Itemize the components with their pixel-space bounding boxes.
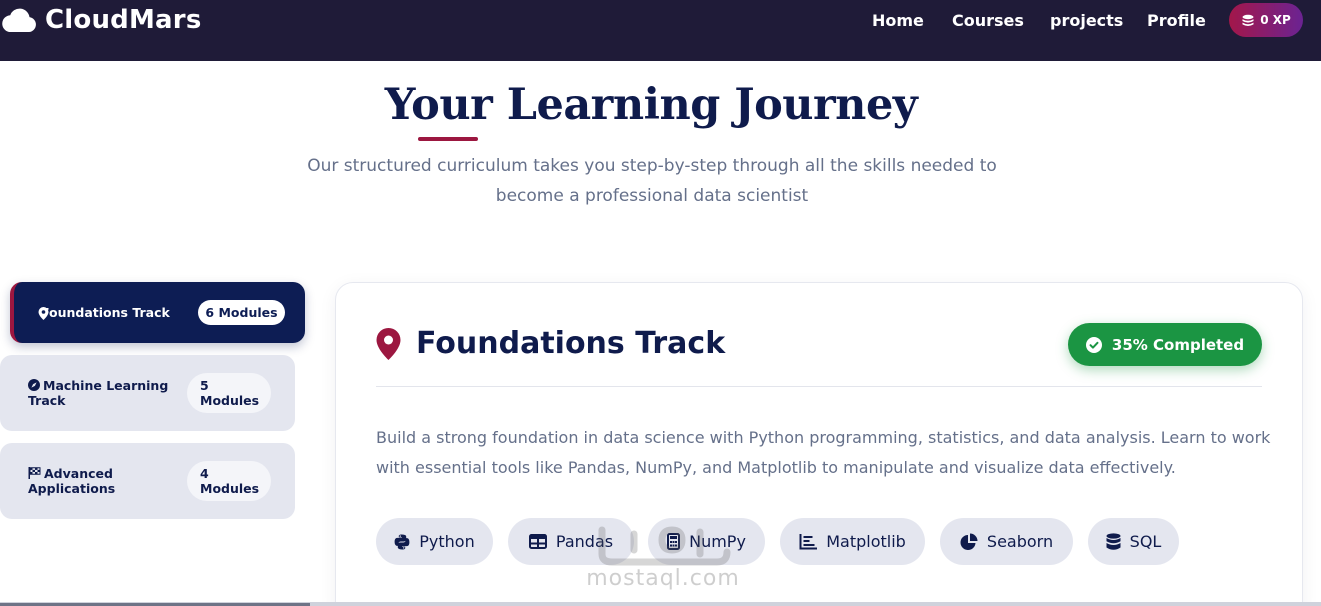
- nav-profile[interactable]: Profile: [1147, 10, 1206, 32]
- tab-label: Advanced Applications: [28, 466, 116, 496]
- page-subtitle: Our structured curriculum takes you step…: [307, 156, 997, 206]
- xp-value: 0 XP: [1260, 13, 1291, 27]
- divider: [376, 386, 1262, 387]
- brand-name: CloudMars: [45, 5, 202, 35]
- tab-label: Foundations Track: [41, 305, 170, 320]
- nav-courses[interactable]: Courses: [952, 10, 1024, 32]
- nav-home[interactable]: Home: [872, 10, 924, 32]
- tool-chip-seaborn[interactable]: Seaborn: [940, 518, 1073, 565]
- modules-badge: 5 Modules: [187, 373, 271, 413]
- chart-pie-icon: [960, 533, 978, 550]
- modules-badge: 6 Modules: [198, 300, 285, 325]
- python-icon: [394, 534, 410, 549]
- check-circle-icon: [1085, 336, 1102, 353]
- tool-chip-sql[interactable]: SQL: [1088, 518, 1179, 565]
- tool-chip-numpy[interactable]: NumPy: [648, 518, 765, 565]
- page-title: Your Learning Journey: [384, 80, 918, 130]
- tool-label: Seaborn: [986, 532, 1054, 551]
- modules-badge: 4 Modules: [187, 461, 271, 501]
- map-pin-icon: [38, 307, 49, 320]
- tool-label: SQL: [1129, 532, 1162, 551]
- card-title: Foundations Track: [416, 326, 726, 361]
- tool-label: Pandas: [555, 532, 614, 551]
- tool-label: Python: [419, 532, 475, 551]
- track-description: Build a strong foundation in data scienc…: [376, 428, 1271, 477]
- tab-label-wrap: Advanced Applications: [28, 466, 178, 496]
- tool-label: Matplotlib: [826, 532, 906, 551]
- tab-foundations-track[interactable]: Foundations Track 6 Modules: [10, 282, 305, 343]
- tool-chip-python[interactable]: Python: [376, 518, 493, 565]
- coins-icon: [1242, 14, 1254, 26]
- calculator-icon: [667, 533, 681, 550]
- database-icon: [1106, 532, 1121, 550]
- tool-chip-matplotlib[interactable]: Matplotlib: [780, 518, 925, 565]
- progress-label: 35% Completed: [1111, 335, 1245, 354]
- tab-label: Machine Learning Track: [28, 378, 169, 408]
- title-underline: [418, 137, 478, 141]
- compass-icon: [28, 379, 40, 391]
- tab-label-wrap: Machine Learning Track: [28, 378, 178, 408]
- map-pin-icon: [376, 328, 401, 360]
- tool-label: NumPy: [689, 532, 746, 551]
- tool-chip-pandas[interactable]: Pandas: [508, 518, 634, 565]
- progress-badge: 35% Completed: [1068, 323, 1262, 366]
- watermark-text: mostaql.com: [586, 566, 740, 591]
- nav-projects[interactable]: projects: [1050, 10, 1123, 32]
- cloud-icon: [2, 8, 36, 32]
- navbar: CloudMars Home Courses projects Profile …: [0, 0, 1321, 61]
- tab-machine-learning-track[interactable]: Machine Learning Track 5 Modules: [0, 355, 295, 431]
- brand-logo[interactable]: CloudMars: [0, 4, 202, 36]
- flag-checkered-icon: [28, 467, 41, 479]
- chart-bar-icon: [799, 533, 818, 549]
- table-icon: [528, 534, 547, 549]
- xp-badge[interactable]: 0 XP: [1229, 3, 1303, 37]
- tab-advanced-applications[interactable]: Advanced Applications 4 Modules: [0, 443, 295, 519]
